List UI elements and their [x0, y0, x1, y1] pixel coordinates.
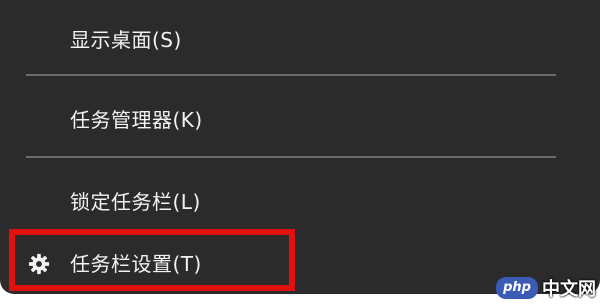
menu-separator — [26, 156, 556, 158]
watermark-text: 中文网 — [542, 279, 596, 300]
menu-item-task-manager[interactable]: 任务管理器(K) — [0, 92, 600, 148]
taskbar-context-menu: 显示桌面(S) 任务管理器(K) 锁定任务栏(L) 任务栏设置(T) — [0, 0, 600, 294]
menu-separator — [26, 74, 556, 76]
menu-item-label: 显示桌面(S) — [70, 28, 182, 52]
watermark: php 中文网 — [496, 274, 596, 302]
menu-item-show-desktop[interactable]: 显示桌面(S) — [0, 12, 600, 68]
gear-icon — [28, 253, 50, 275]
watermark-logo: php — [496, 277, 538, 299]
menu-item-label: 任务管理器(K) — [70, 108, 203, 132]
menu-item-label: 任务栏设置(T) — [70, 252, 202, 276]
menu-item-label: 锁定任务栏(L) — [70, 190, 201, 214]
menu-item-lock-taskbar[interactable]: 锁定任务栏(L) — [0, 174, 600, 230]
